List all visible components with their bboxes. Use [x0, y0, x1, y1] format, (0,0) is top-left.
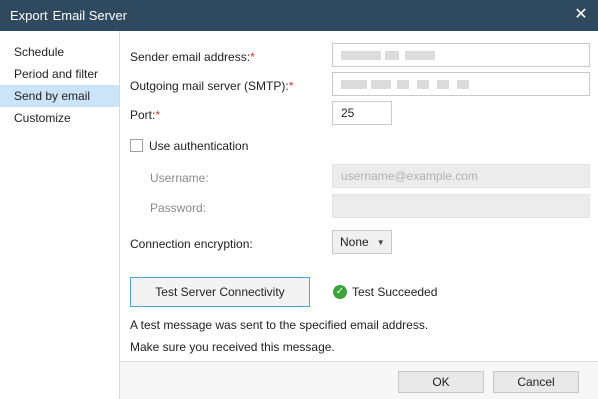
sender-email-label: Sender email address:* — [130, 50, 255, 64]
redacted-text — [371, 80, 391, 89]
sidebar-item-send-by-email[interactable]: Send by email — [0, 85, 119, 107]
connection-encryption-value: None — [340, 235, 369, 249]
sidebar-item-customize[interactable]: Customize — [0, 107, 119, 129]
use-authentication-checkbox[interactable] — [130, 139, 143, 152]
password-input[interactable] — [332, 194, 590, 218]
redacted-text — [417, 80, 429, 89]
username-input[interactable] — [332, 164, 590, 188]
connection-encryption-select[interactable]: None ▼ — [332, 230, 392, 254]
chevron-down-icon: ▼ — [376, 237, 385, 247]
close-icon[interactable]: ✕ — [572, 6, 590, 24]
required-mark: * — [288, 79, 294, 93]
sidebar-item-period-and-filter[interactable]: Period and filter — [0, 63, 119, 85]
dialog-title: Email Server — [52, 8, 127, 23]
required-mark: * — [250, 50, 255, 64]
smtp-server-field[interactable] — [332, 72, 590, 96]
test-message-line-1: A test message was sent to the specified… — [130, 318, 429, 332]
password-label: Password: — [150, 201, 207, 215]
username-label: Username: — [150, 171, 209, 185]
smtp-label-text: Outgoing mail server (SMTP): — [130, 79, 289, 93]
test-message-line-2: Make sure you received this message. — [130, 340, 335, 354]
port-input[interactable] — [332, 101, 392, 125]
required-mark: * — [155, 108, 161, 122]
redacted-text — [437, 80, 449, 89]
title-prefix: Export — [10, 8, 48, 23]
redacted-text — [457, 80, 469, 89]
check-circle-icon: ✓ — [333, 285, 347, 299]
sender-email-field[interactable] — [332, 43, 590, 67]
sidebar-item-schedule[interactable]: Schedule — [0, 41, 119, 63]
title-bar: Export Email Server ✕ — [0, 0, 598, 31]
use-authentication-label: Use authentication — [149, 139, 249, 153]
redacted-text — [397, 80, 409, 89]
redacted-text — [385, 51, 399, 60]
smtp-label: Outgoing mail server (SMTP):* — [130, 79, 293, 93]
sender-email-label-text: Sender email address: — [130, 50, 251, 64]
test-status-text: Test Succeeded — [352, 285, 438, 299]
redacted-text — [405, 51, 435, 60]
connection-encryption-label: Connection encryption: — [130, 237, 253, 251]
redacted-text — [341, 51, 381, 60]
dialog-footer: OK Cancel — [120, 361, 598, 399]
port-label: Port:* — [130, 108, 160, 122]
port-label-text: Port: — [130, 108, 156, 122]
redacted-text — [341, 80, 367, 89]
ok-button[interactable]: OK — [398, 371, 484, 393]
test-server-connectivity-button[interactable]: Test Server Connectivity — [130, 277, 310, 307]
export-email-server-dialog: Export Email Server ✕ Schedule Period an… — [0, 0, 598, 399]
cancel-button[interactable]: Cancel — [493, 371, 579, 393]
sidebar: Schedule Period and filter Send by email… — [0, 31, 120, 399]
main-panel: Sender email address:* Outgoing mail ser… — [120, 31, 598, 361]
